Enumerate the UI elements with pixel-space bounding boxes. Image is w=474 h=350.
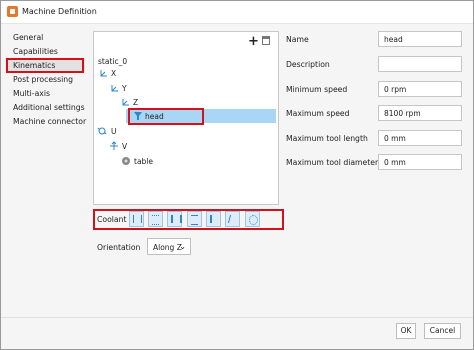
app-icon: [7, 6, 18, 17]
maximum-tool-length-field[interactable]: 0 mm: [378, 130, 462, 146]
tree-node-u[interactable]: U: [111, 125, 117, 138]
ok-button[interactable]: OK: [396, 323, 416, 339]
tree-node-y[interactable]: Y: [122, 82, 127, 95]
orientation-select[interactable]: Along Z ⌄: [147, 238, 191, 255]
sidebar-item-multi-axis[interactable]: Multi-axis: [7, 87, 85, 100]
delete-icon[interactable]: [262, 36, 270, 45]
sidebar-item-additional-settings[interactable]: Additional settings: [7, 101, 85, 114]
sidebar-item-general[interactable]: General: [7, 31, 85, 44]
minimum-speed-field[interactable]: 0 rpm: [378, 81, 462, 97]
orientation-value: Along Z: [153, 243, 182, 252]
chevron-down-icon: ⌄: [179, 242, 186, 251]
maximum-speed-label: Maximum speed: [286, 109, 350, 118]
maximum-tool-diameter-label: Maximum tool diameter: [286, 158, 379, 167]
tree-node-table[interactable]: table: [134, 155, 153, 168]
kinematics-highlight: [6, 58, 84, 73]
head-highlight: [128, 108, 204, 125]
title-bar: Machine Definition: [1, 1, 473, 24]
machine-definition-window: Machine Definition General Capabilities …: [0, 0, 474, 350]
maximum-speed-field[interactable]: 8100 rpm: [378, 105, 462, 121]
description-label: Description: [286, 60, 330, 69]
sidebar-item-post-processing[interactable]: Post processing: [7, 73, 85, 86]
minimum-speed-label: Minimum speed: [286, 85, 348, 94]
footer-divider: [1, 317, 473, 318]
linear-axis-icon: [121, 97, 131, 107]
window-title: Machine Definition: [22, 7, 97, 16]
sidebar-item-machine-connector[interactable]: Machine connector: [7, 115, 86, 128]
add-icon[interactable]: +: [248, 35, 259, 48]
kinematics-tree-panel: + static_0 X Y Z head U V table: [93, 31, 279, 205]
linear-axis-icon: [99, 68, 109, 78]
maximum-tool-diameter-field[interactable]: 0 mm: [378, 154, 462, 170]
coolant-highlight: [93, 209, 284, 230]
table-icon: [121, 156, 131, 166]
cancel-button[interactable]: Cancel: [424, 323, 461, 339]
rotary-axis-icon: [109, 141, 119, 151]
tree-node-x[interactable]: X: [111, 67, 116, 80]
linear-axis-icon: [110, 83, 120, 93]
tree-node-v[interactable]: V: [122, 140, 127, 153]
name-field[interactable]: head: [378, 31, 462, 47]
sidebar-item-capabilities[interactable]: Capabilities: [7, 45, 85, 58]
name-label: Name: [286, 35, 309, 44]
orientation-label: Orientation: [97, 243, 141, 252]
description-field[interactable]: [378, 56, 462, 72]
rotary-axis-icon: [97, 126, 107, 136]
maximum-tool-length-label: Maximum tool length: [286, 134, 368, 143]
